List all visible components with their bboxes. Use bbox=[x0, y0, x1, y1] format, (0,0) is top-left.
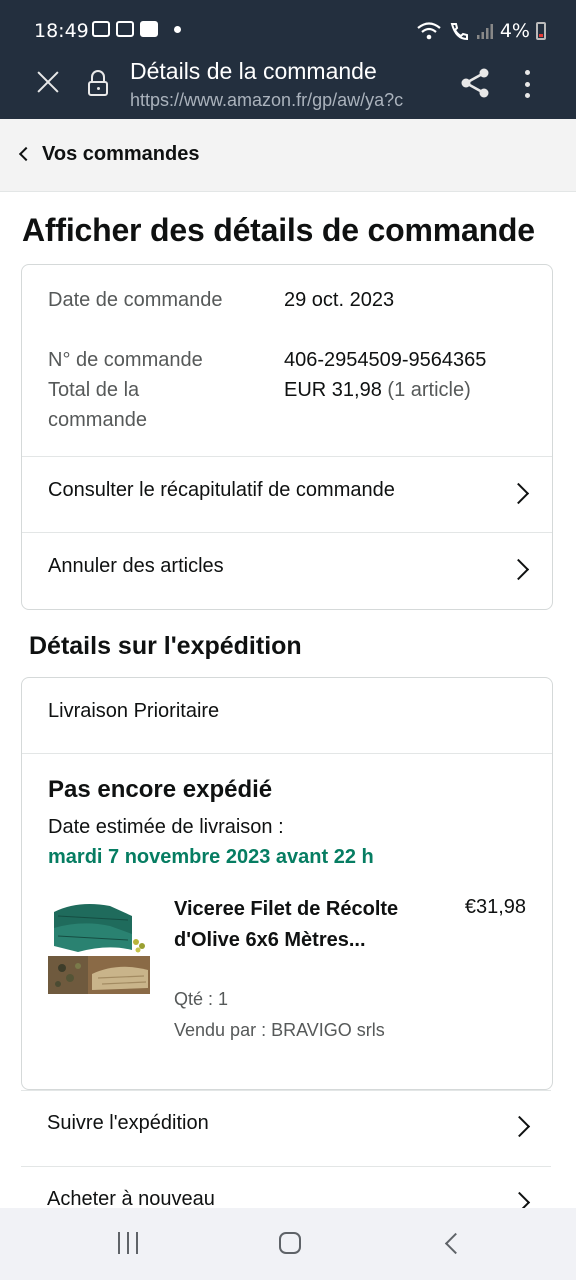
recent-apps-icon[interactable] bbox=[118, 1232, 138, 1254]
shipment-status: Pas encore expédié bbox=[48, 776, 273, 803]
share-icon[interactable] bbox=[459, 67, 491, 99]
view-order-summary-link[interactable]: Consulter le récapitulatif de commande bbox=[22, 457, 552, 533]
product-image[interactable] bbox=[48, 898, 150, 996]
order-number-row: N° de commande 406-2954509-9564365 bbox=[48, 345, 486, 375]
chevron-right-icon bbox=[508, 1115, 531, 1138]
order-date-label: Date de commande bbox=[48, 289, 223, 311]
order-date-value: 29 oct. 2023 bbox=[284, 289, 395, 311]
page-title: Afficher des détails de commande bbox=[22, 212, 535, 248]
cancel-items-link[interactable]: Annuler des articles bbox=[22, 533, 552, 609]
order-number-label: N° de commande bbox=[48, 349, 203, 371]
lock-icon[interactable] bbox=[88, 70, 108, 98]
chevron-right-icon bbox=[507, 558, 530, 581]
more-options-icon[interactable] bbox=[524, 70, 530, 98]
order-date-row: Date de commande 29 oct. 2023 bbox=[48, 285, 394, 315]
status-bar: 18:49 4% bbox=[0, 0, 576, 56]
toolbar-title: Détails de la commande bbox=[130, 58, 377, 84]
track-shipment-label: Suivre l'expédition bbox=[47, 1112, 209, 1134]
alert-icon bbox=[140, 21, 158, 37]
divider bbox=[22, 753, 552, 754]
product-seller: Vendu par : BRAVIGO srls bbox=[174, 1020, 385, 1040]
browser-toolbar: Détails de la commande https://www.amazo… bbox=[0, 56, 576, 119]
shipping-method: Livraison Prioritaire bbox=[48, 700, 220, 722]
notification-icons bbox=[92, 21, 181, 37]
wifi-call-icon bbox=[450, 23, 468, 41]
breadcrumb[interactable]: Vos commandes bbox=[0, 119, 576, 192]
system-nav-bar bbox=[0, 1208, 576, 1280]
delivery-estimate-label: Date estimée de livraison : bbox=[48, 816, 284, 838]
order-info-card: Date de commande 29 oct. 2023 N° de comm… bbox=[21, 264, 553, 610]
chevron-left-icon bbox=[18, 146, 34, 162]
order-total-row: Total de la commande EUR 31,98 (1 articl… bbox=[48, 375, 471, 435]
shipment-section-title: Détails sur l'expédition bbox=[29, 632, 302, 660]
shipment-card: Livraison Prioritaire Pas encore expédié… bbox=[21, 677, 553, 1090]
product-price: €31,98 bbox=[464, 896, 526, 918]
chevron-right-icon bbox=[507, 482, 530, 505]
more-notifications-icon bbox=[174, 25, 181, 33]
delivery-estimate-value: mardi 7 novembre 2023 avant 22 h bbox=[48, 846, 374, 868]
toolbar-url[interactable]: https://www.amazon.fr/gp/aw/ya?c bbox=[130, 90, 438, 111]
status-right: 4% bbox=[416, 20, 546, 42]
order-total-count: (1 article) bbox=[387, 379, 471, 401]
signal-icon bbox=[476, 24, 493, 39]
status-time: 18:49 bbox=[34, 20, 89, 42]
battery-icon bbox=[536, 22, 546, 40]
cancel-items-label: Annuler des articles bbox=[48, 555, 224, 577]
view-order-summary-label: Consulter le récapitulatif de commande bbox=[48, 479, 395, 501]
image-icon bbox=[116, 21, 134, 37]
wifi-icon bbox=[417, 22, 441, 40]
home-icon[interactable] bbox=[279, 1232, 301, 1254]
battery-percent: 4% bbox=[499, 20, 530, 42]
track-shipment-link[interactable]: Suivre l'expédition bbox=[21, 1090, 551, 1166]
breadcrumb-label[interactable]: Vos commandes bbox=[42, 143, 199, 166]
order-total-value-group: EUR 31,98 (1 article) bbox=[284, 375, 471, 405]
back-icon[interactable] bbox=[444, 1232, 467, 1255]
order-total-value: EUR 31,98 bbox=[284, 379, 382, 401]
order-total-label: Total de la commande bbox=[48, 379, 147, 431]
product-title[interactable]: Viceree Filet de Récolte d'Olive 6x6 Mèt… bbox=[174, 894, 414, 956]
product-quantity: Qté : 1 bbox=[174, 989, 229, 1009]
close-icon[interactable] bbox=[34, 68, 62, 96]
order-number-value: 406-2954509-9564365 bbox=[284, 349, 487, 371]
notification-icon bbox=[92, 21, 110, 37]
